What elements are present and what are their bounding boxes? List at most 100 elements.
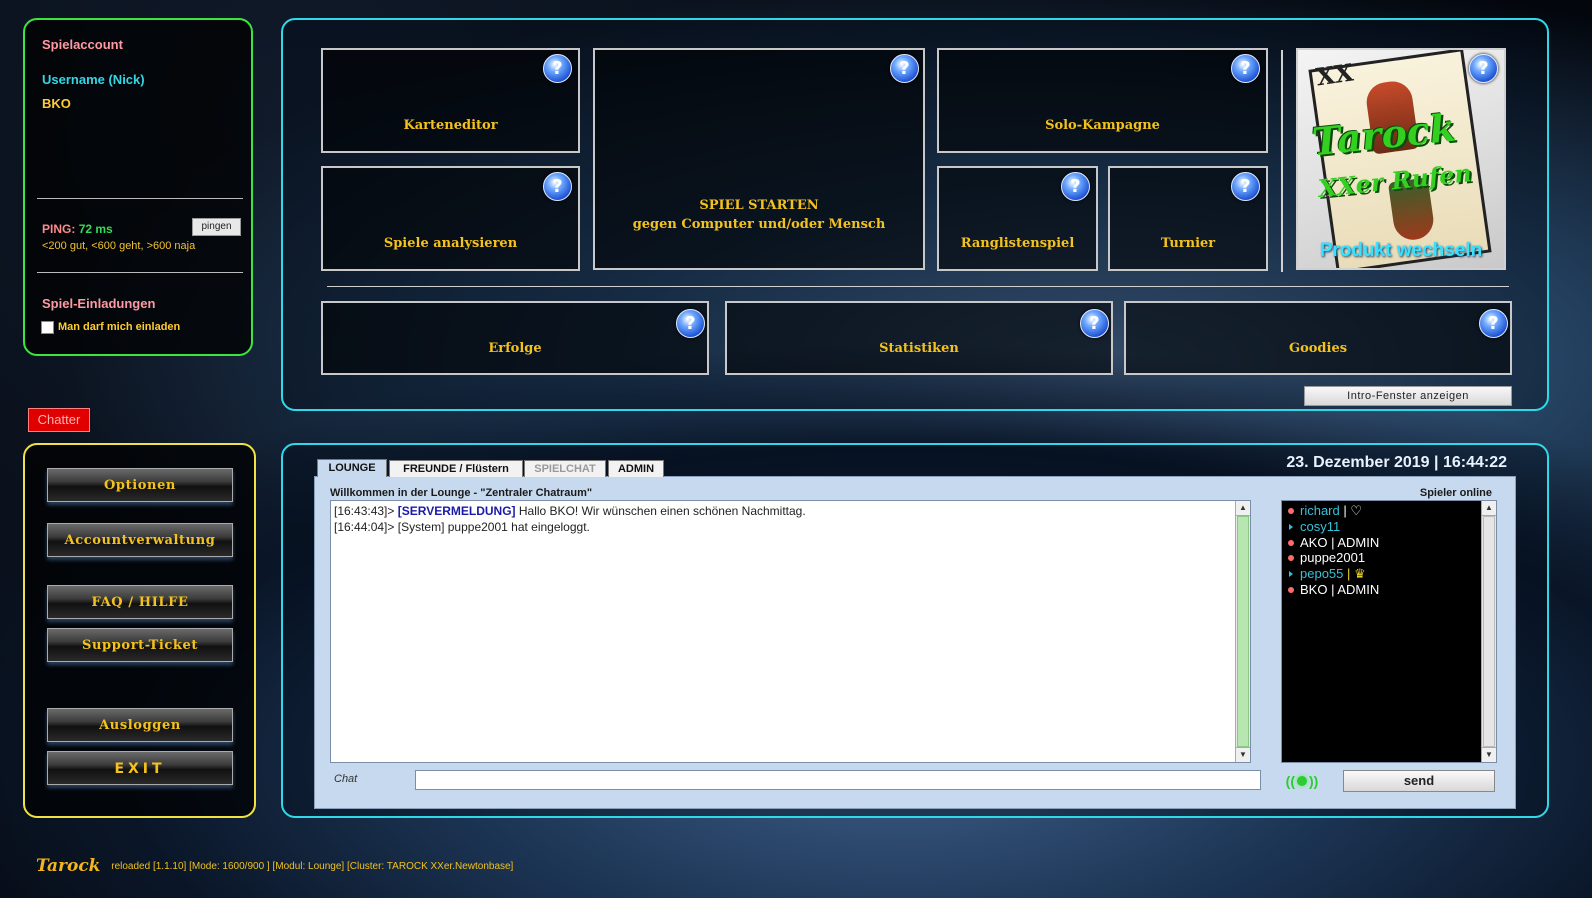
player-item[interactable]: AKO | ADMIN (1282, 535, 1496, 551)
logout-button[interactable]: Ausloggen (47, 708, 233, 742)
player-suffix: | ADMIN (1327, 534, 1380, 550)
chat-input[interactable] (415, 770, 1261, 790)
ping-value: 72 ms (78, 222, 113, 236)
date-time: 23. Dezember 2019 | 16:44:22 (1286, 454, 1507, 471)
player-name: BKO (1300, 581, 1328, 597)
tile-statistiken[interactable]: ? Statistiken (725, 301, 1113, 375)
player-item[interactable]: richard | ♡ (1282, 503, 1496, 519)
account-heading: Spielaccount (42, 37, 123, 52)
message-text: [System] puppe2001 hat eingeloggt. (397, 520, 590, 534)
tile-spiel-starten[interactable]: ? SPIEL STARTEN gegen Computer und/oder … (593, 48, 925, 270)
message-tag: [SERVERMELDUNG] (397, 504, 516, 518)
invite-checkbox[interactable] (41, 321, 54, 334)
help-icon[interactable]: ? (1231, 54, 1260, 83)
ping-button[interactable]: pingen (192, 218, 241, 236)
tile-karteneditor[interactable]: ? Karteneditor (321, 48, 580, 153)
scroll-up-icon[interactable]: ▲ (1482, 501, 1496, 516)
username-value: BKO (42, 96, 71, 111)
divider (327, 286, 1509, 287)
status-arrow-icon (1289, 571, 1293, 578)
status-dot-icon (1288, 539, 1294, 546)
invites-heading: Spiel-Einladungen (42, 296, 156, 311)
tile-label: Ranglistenspiel (960, 236, 1075, 251)
chat-panel: 23. Dezember 2019 | 16:44:22 LOUNGE FREU… (281, 443, 1549, 818)
help-icon[interactable]: ? (1080, 309, 1109, 338)
status-arrow-icon (1289, 523, 1293, 530)
player-item[interactable]: cosy11 (1282, 519, 1496, 535)
chat-message: [16:43:43]> [SERVERMELDUNG] Hallo BKO! W… (331, 501, 1250, 517)
ping-readout: PING: 72 ms (42, 222, 113, 236)
card-number: XX (1314, 57, 1356, 92)
tab-spielchat[interactable]: SPIELCHAT (524, 460, 606, 477)
players-online-heading: Spieler online (1419, 487, 1492, 499)
tile-spiele-analysieren[interactable]: ? Spiele analysieren (321, 166, 580, 271)
tile-label: Goodies (1288, 341, 1348, 356)
ping-label: PING: (42, 222, 76, 236)
chat-scrollbar[interactable]: ▲ ▼ (1235, 501, 1250, 762)
exit-button[interactable]: EXIT (47, 751, 233, 785)
scroll-down-icon[interactable]: ▼ (1236, 747, 1250, 762)
scroll-up-icon[interactable]: ▲ (1236, 501, 1250, 516)
message-time: [16:44:04]> (334, 520, 395, 534)
invite-checkbox-label[interactable]: Man darf mich einladen (58, 321, 180, 333)
connection-signal-icon[interactable]: (()) (1281, 769, 1323, 793)
scroll-down-icon[interactable]: ▼ (1482, 747, 1496, 762)
chat-room-title: Willkommen in der Lounge - "Zentraler Ch… (330, 487, 593, 499)
tile-turnier[interactable]: ? Turnier (1108, 166, 1268, 271)
faq-button[interactable]: FAQ / HILFE (47, 585, 233, 619)
tile-label: Solo-Kampagne (1045, 118, 1160, 133)
chat-message: [16:44:04]> [System] puppe2001 hat einge… (331, 517, 1250, 533)
tile-label: Spiele analysieren (383, 236, 518, 251)
help-icon[interactable]: ? (1231, 172, 1260, 201)
player-item[interactable]: pepo55 | ♛ (1282, 566, 1496, 582)
players-online-list[interactable]: richard | ♡ cosy11 AKO | ADMIN puppe2001… (1281, 500, 1497, 763)
send-button[interactable]: send (1343, 770, 1495, 792)
help-icon[interactable]: ? (1469, 54, 1498, 83)
divider (1281, 50, 1283, 272)
help-icon[interactable]: ? (543, 54, 572, 83)
help-icon[interactable]: ? (543, 172, 572, 201)
player-name: puppe2001 (1300, 550, 1366, 566)
player-item[interactable]: puppe2001 (1282, 550, 1496, 566)
status-dot-icon (1288, 555, 1294, 562)
divider (37, 198, 243, 199)
status-dot-icon (1288, 586, 1294, 593)
chat-log[interactable]: [16:43:43]> [SERVERMELDUNG] Hallo BKO! W… (330, 500, 1251, 763)
tile-label: Turnier (1160, 236, 1216, 251)
player-name: AKO (1300, 534, 1328, 550)
help-icon[interactable]: ? (890, 54, 919, 83)
tile-solo-kampagne[interactable]: ? Solo-Kampagne (937, 48, 1268, 153)
help-icon[interactable]: ? (1479, 309, 1508, 338)
signal-left: (( (1285, 773, 1295, 789)
optionen-button[interactable]: Optionen (47, 468, 233, 502)
player-item[interactable]: BKO | ADMIN (1282, 582, 1496, 598)
message-text: Hallo BKO! Wir wünschen einen schönen Na… (518, 504, 806, 518)
tab-admin[interactable]: ADMIN (608, 460, 664, 477)
accountverwaltung-button[interactable]: Accountverwaltung (47, 523, 233, 557)
help-icon[interactable]: ? (1061, 172, 1090, 201)
player-name: richard (1300, 503, 1340, 518)
tab-lounge[interactable]: LOUNGE (317, 459, 387, 477)
tile-erfolge[interactable]: ? Erfolge (321, 301, 709, 375)
message-time: [16:43:43]> (334, 504, 395, 518)
product-switch[interactable]: XX Tarock XXer Rufen ? Produkt wechseln (1296, 48, 1506, 270)
side-menu-panel: Optionen Accountverwaltung FAQ / HILFE S… (23, 443, 256, 818)
product-switch-label: Produkt wechseln (1319, 240, 1483, 261)
scroll-thumb[interactable] (1237, 516, 1249, 747)
players-scrollbar[interactable]: ▲ ▼ (1481, 501, 1496, 762)
tile-label: Karteneditor (403, 118, 498, 133)
tile-label: Statistiken (879, 341, 959, 356)
support-ticket-button[interactable]: Support-Ticket (47, 628, 233, 662)
username-label: Username (Nick) (42, 72, 145, 87)
tab-freunde[interactable]: FREUNDE / Flüstern (389, 460, 523, 477)
intro-window-button[interactable]: Intro-Fenster anzeigen (1304, 386, 1512, 406)
signal-right: )) (1309, 773, 1319, 789)
scroll-thumb[interactable] (1483, 516, 1495, 747)
tile-label-line1: SPIEL STARTEN (699, 198, 819, 213)
tile-label: Erfolge (488, 341, 542, 356)
help-icon[interactable]: ? (676, 309, 705, 338)
main-menu-panel: ? Karteneditor ? SPIEL STARTEN gegen Com… (281, 18, 1549, 411)
chat-input-label: Chat (334, 773, 358, 785)
tile-goodies[interactable]: ? Goodies (1124, 301, 1512, 375)
tile-ranglistenspiel[interactable]: ? Ranglistenspiel (937, 166, 1098, 271)
